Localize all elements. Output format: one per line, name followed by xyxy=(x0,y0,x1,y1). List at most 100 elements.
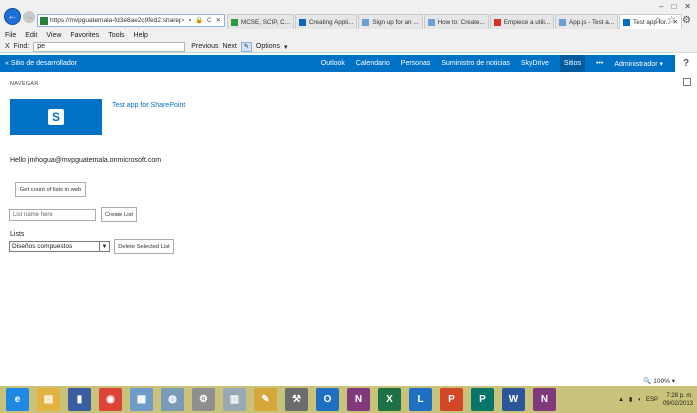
focus-content-icon[interactable] xyxy=(683,78,691,86)
gear-icon[interactable]: ⚙ xyxy=(192,388,215,411)
clock-date: 09/02/2013 xyxy=(662,400,693,407)
browser-tab[interactable]: MCSE, SCIP, C... xyxy=(227,14,294,29)
network-tray-icon[interactable]: ▮ xyxy=(629,396,632,403)
tray-arrow-icon[interactable]: ▲ xyxy=(618,397,624,403)
paint-icon[interactable]: ✎ xyxy=(254,388,277,411)
powerpoint-icon[interactable]: P xyxy=(440,388,463,411)
menu-bar: File Edit View Favorites Tools Help xyxy=(0,30,697,41)
find-input[interactable]: pe xyxy=(33,41,186,52)
lists-select[interactable]: Diseños compuestos ▼ xyxy=(9,241,110,252)
favorites-star-icon[interactable]: ☆ xyxy=(667,15,676,26)
tab-strip: MCSE, SCIP, C... Creating Appli... Sign … xyxy=(227,14,683,29)
browser-toolbar-icons: ⌂ ☆ ⚙ xyxy=(655,15,691,26)
create-list-button[interactable]: Create List xyxy=(101,207,137,222)
tab-favicon-icon xyxy=(231,18,238,26)
find-options-button[interactable]: Options xyxy=(256,43,280,50)
address-url: https://mvpguatemala-fd3e8ae2c9fed2.shar… xyxy=(50,17,182,24)
delete-list-button[interactable]: Delete Selected List xyxy=(114,239,174,254)
zoom-level[interactable]: 🔍 100% ▾ xyxy=(643,377,675,385)
list-name-input[interactable]: List name here xyxy=(9,209,96,221)
onenote-icon-2[interactable]: N xyxy=(533,388,556,411)
suite-link-sitios[interactable]: Sitios xyxy=(559,55,585,72)
lists-label: Lists xyxy=(10,231,25,238)
word-icon[interactable]: W xyxy=(502,388,525,411)
suite-link-personas[interactable]: Personas xyxy=(401,60,431,67)
clock-time: 7:28 p. m. xyxy=(666,392,693,399)
suite-link-skydrive[interactable]: SkyDrive xyxy=(521,60,549,67)
taskbar: e ▤ ▮ ◉ ▦ ◍ ⚙ ▥ ✎ ⚒ O N X L P P W N xyxy=(0,386,697,413)
onenote-icon[interactable]: N xyxy=(347,388,370,411)
browser-tab[interactable]: App.js - Test a... xyxy=(555,14,619,29)
globe-icon[interactable]: ◍ xyxy=(161,388,184,411)
browser-chrome: ← → https://mvpguatemala-fd3e8ae2c9fed2.… xyxy=(0,0,697,30)
sharepoint-logo-icon: S xyxy=(48,109,64,125)
window-controls: – □ ✕ xyxy=(659,2,691,11)
clock[interactable]: 7:28 p. m. 09/02/2013 xyxy=(663,392,693,408)
back-arrow-icon[interactable]: ← xyxy=(4,8,21,25)
menu-file[interactable]: File xyxy=(5,32,16,39)
menu-tools[interactable]: Tools xyxy=(108,32,124,39)
forward-arrow-icon[interactable]: → xyxy=(23,11,35,23)
system-tray: ▲ ▮ ◖ ESP 7:28 p. m. 09/02/2013 xyxy=(618,386,693,413)
minimize-icon[interactable]: – xyxy=(659,2,663,11)
user-menu[interactable]: Administrador ▾ xyxy=(614,60,663,68)
home-icon[interactable]: ⌂ xyxy=(655,15,661,26)
suite-link-calendario[interactable]: Calendario xyxy=(356,60,390,67)
chevron-down-icon[interactable]: ▼ xyxy=(99,242,109,251)
lists-selected-value: Diseños compuestos xyxy=(12,243,73,250)
address-tools-icon[interactable]: ⌕ ▾ 🔒 C ✕ xyxy=(181,16,224,25)
suite-links: Outlook Calendario Personas Suministro d… xyxy=(321,55,663,72)
suite-bar: « Sitio de desarrollador Outlook Calenda… xyxy=(0,55,697,72)
menu-help[interactable]: Help xyxy=(134,32,148,39)
outlook-icon[interactable]: O xyxy=(316,388,339,411)
volume-icon[interactable]: ◖ xyxy=(637,397,641,403)
site-link[interactable]: « Sitio de desarrollador xyxy=(0,60,77,67)
find-bar: X Find: pe Previous Next ✎ Options ▾ xyxy=(0,41,697,53)
address-bar[interactable]: https://mvpguatemala-fd3e8ae2c9fed2.shar… xyxy=(37,14,225,27)
browser-tab[interactable]: Empiece a utili... xyxy=(489,14,555,29)
help-icon[interactable]: ? xyxy=(675,55,697,72)
ie-icon[interactable]: e xyxy=(6,388,29,411)
zoom-value: 100% xyxy=(653,378,670,385)
browser-tab[interactable]: Sign up for an ... xyxy=(358,14,423,29)
excel-icon[interactable]: X xyxy=(378,388,401,411)
file-explorer-icon[interactable]: ▤ xyxy=(37,388,60,411)
chevron-down-icon[interactable]: ▾ xyxy=(284,43,288,51)
menu-favorites[interactable]: Favorites xyxy=(70,32,99,39)
gmail-icon xyxy=(493,18,501,26)
settings-gear-icon[interactable]: ⚙ xyxy=(682,15,691,26)
suite-link-newsfeed[interactable]: Suministro de noticias xyxy=(441,60,509,67)
site-favicon-icon xyxy=(40,16,48,25)
menu-view[interactable]: View xyxy=(46,32,61,39)
dev-tools-icon[interactable]: ▮ xyxy=(68,388,91,411)
highlight-icon[interactable]: ✎ xyxy=(240,41,252,52)
sharepoint-icon xyxy=(623,18,631,26)
network-icon[interactable]: ▦ xyxy=(130,388,153,411)
linkedin-icon xyxy=(298,18,306,26)
find-previous-button[interactable]: Previous xyxy=(191,43,218,50)
zoom-icon: 🔍 xyxy=(643,378,652,385)
tab-favicon-icon xyxy=(427,18,435,26)
document-icon[interactable]: ▥ xyxy=(223,388,246,411)
more-icon[interactable]: ••• xyxy=(596,60,603,67)
find-close-button[interactable]: X xyxy=(5,43,10,50)
app-logo: S xyxy=(10,99,102,135)
app-title[interactable]: Test app for SharePoint xyxy=(112,102,185,109)
lync-icon[interactable]: L xyxy=(409,388,432,411)
maximize-icon[interactable]: □ xyxy=(671,2,676,11)
language-indicator[interactable]: ESP xyxy=(646,397,658,403)
browser-tab[interactable]: Creating Appli... xyxy=(294,14,358,29)
menu-edit[interactable]: Edit xyxy=(25,32,37,39)
tools-icon[interactable]: ⚒ xyxy=(285,388,308,411)
suite-link-outlook[interactable]: Outlook xyxy=(321,60,345,67)
tab-favicon-icon xyxy=(362,18,370,26)
browser-tab[interactable]: How to: Create... xyxy=(423,14,489,29)
tab-favicon-icon xyxy=(559,18,567,26)
find-next-button[interactable]: Next xyxy=(222,43,236,50)
chrome-icon[interactable]: ◉ xyxy=(99,388,122,411)
publisher-icon[interactable]: P xyxy=(471,388,494,411)
get-count-button[interactable]: Get count of lists in web xyxy=(15,182,86,197)
navegar-link[interactable]: NAVEGAR xyxy=(10,81,39,87)
hello-message: Hello jmhogua@mvpguatemala.onmicrosoft.c… xyxy=(10,157,162,164)
close-window-icon[interactable]: ✕ xyxy=(684,2,691,11)
